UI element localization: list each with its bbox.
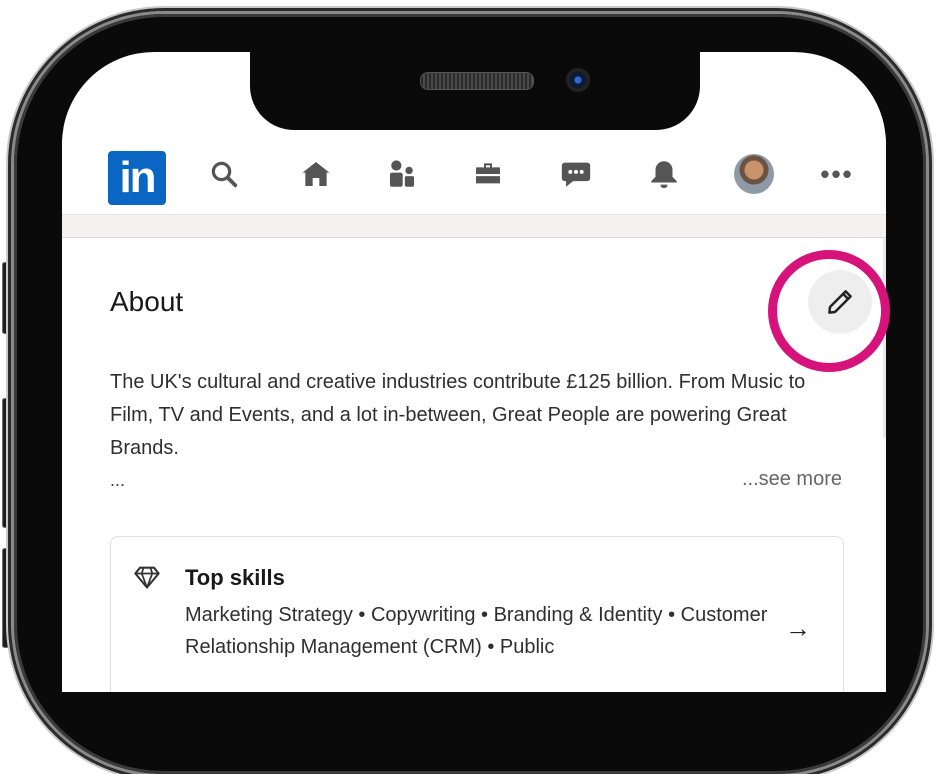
pencil-icon (828, 290, 852, 314)
side-button (2, 548, 11, 648)
my-network-icon[interactable] (380, 154, 424, 194)
profile-avatar[interactable] (732, 154, 776, 194)
more-icon[interactable]: ••• (814, 154, 860, 194)
about-ellipsis: ... (110, 470, 126, 490)
linkedin-logo[interactable]: in (108, 151, 166, 205)
top-skills-list: Marketing Strategy • Copywriting • Brand… (185, 604, 768, 658)
top-skills-title: Top skills (185, 565, 285, 590)
section-divider (62, 215, 886, 238)
diamond-icon (134, 566, 160, 589)
about-description: The UK's cultural and creative industrie… (110, 371, 806, 459)
front-camera (566, 68, 590, 92)
volume-down-button (2, 398, 11, 528)
top-navbar: in ••• (62, 138, 886, 215)
phone-notch (250, 52, 700, 130)
edit-about-button[interactable] (808, 270, 872, 334)
messaging-icon[interactable] (554, 154, 598, 194)
volume-up-button (2, 262, 11, 334)
jobs-icon[interactable] (466, 154, 510, 194)
arrow-right-icon[interactable]: → (785, 613, 811, 644)
avatar (734, 154, 774, 194)
search-icon[interactable] (202, 154, 246, 194)
speaker-grille (420, 72, 534, 90)
notifications-icon[interactable] (642, 154, 686, 194)
scrollbar[interactable] (883, 238, 886, 438)
home-icon[interactable] (294, 154, 338, 194)
top-skills-card[interactable]: Top skills Marketing Strategy • Copywrit… (110, 536, 844, 692)
about-heading: About (110, 286, 184, 317)
phone-screen: in ••• About The UK's cultural and creat… (62, 52, 886, 692)
see-more-link[interactable]: ...see more (742, 468, 842, 491)
